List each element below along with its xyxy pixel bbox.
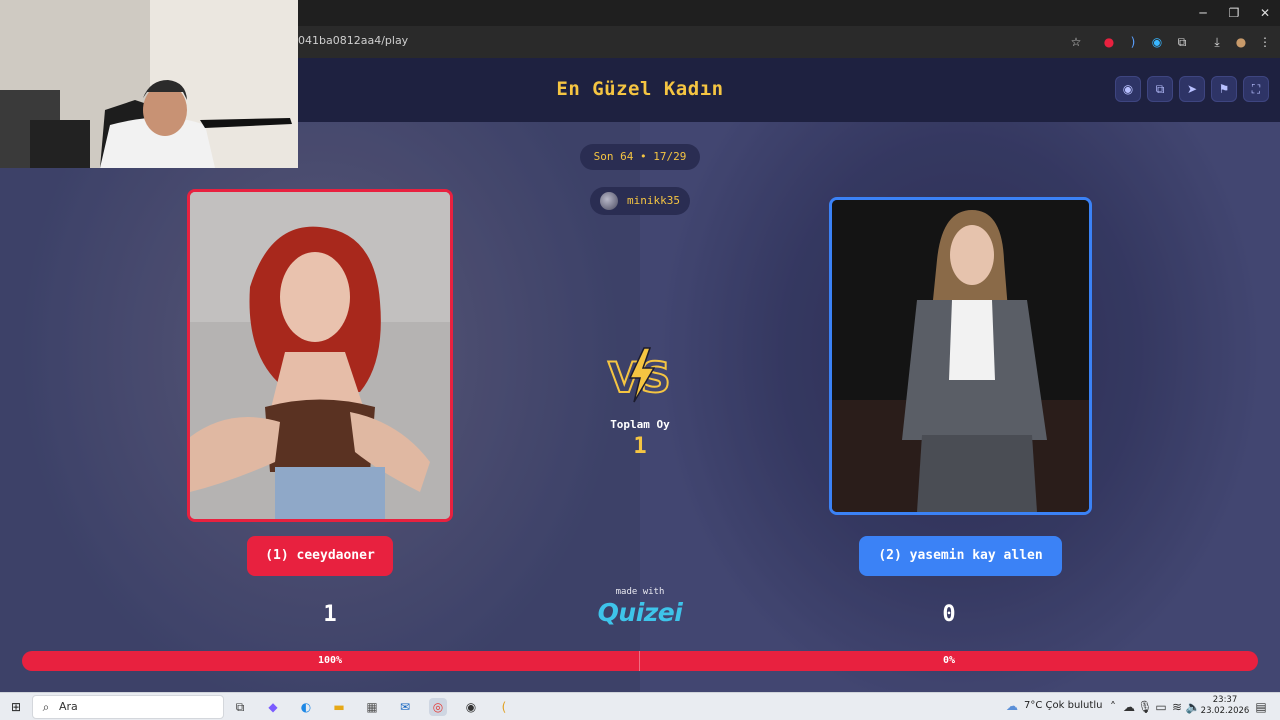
taskbar: ⊞ ⌕ Ara ⧉ ◆ ◐ ▬ ▦ ✉ ◎ ◉ ( ☁ 7°C Çok bulu…	[0, 692, 1280, 720]
weather-icon[interactable]: ☁	[1003, 697, 1021, 715]
vs-icon: VS	[607, 347, 672, 403]
candidate-photo-right	[832, 200, 1089, 512]
extension-icon[interactable]: ●	[1100, 33, 1118, 51]
copilot-icon[interactable]: ◆	[264, 698, 282, 716]
star-icon[interactable]: ☆	[1067, 33, 1085, 51]
search-text: Ara	[59, 700, 78, 713]
voter-badge: minikk35	[590, 187, 690, 215]
vote-button-left[interactable]: (1) ceeydaoner	[247, 536, 393, 576]
percent-right: 0%	[942, 655, 956, 666]
file-explorer-icon[interactable]: ▬	[330, 698, 348, 716]
webcam-overlay	[0, 0, 298, 168]
chrome-icon[interactable]: ◎	[429, 698, 447, 716]
vote-button-right[interactable]: (2) yasemin kay allen	[859, 536, 1062, 576]
store-icon[interactable]: ▦	[363, 698, 381, 716]
progress-divider	[639, 651, 640, 671]
clock[interactable]: 23:37 23.02.2026	[1200, 695, 1250, 717]
app-icon[interactable]: (	[495, 698, 513, 716]
send-icon[interactable]: ➤	[1179, 76, 1205, 102]
brand-logo[interactable]: Quizei	[590, 598, 690, 627]
vote-progress-bar: 100% 0%	[22, 651, 1258, 671]
total-votes-value: 1	[633, 434, 647, 459]
candidate-card-left[interactable]	[187, 189, 453, 522]
notifications-icon[interactable]: ▤	[1252, 698, 1270, 716]
webcam-feed	[0, 0, 298, 168]
flag-icon[interactable]: ⚑	[1211, 76, 1237, 102]
percent-left: 100%	[317, 655, 343, 666]
avatar	[600, 192, 618, 210]
voter-name: minikk35	[627, 194, 680, 207]
close-button[interactable]: ✕	[1250, 4, 1280, 22]
extension-icon[interactable]: )	[1124, 33, 1142, 51]
search-icon: ⌕	[42, 700, 50, 714]
mail-icon[interactable]: ✉	[396, 698, 414, 716]
edge-icon[interactable]: ◐	[297, 698, 315, 716]
minimize-button[interactable]: ─	[1188, 4, 1218, 22]
puzzle-icon[interactable]: ⧉	[1173, 33, 1191, 51]
total-votes-label: Toplam Oy	[610, 418, 670, 431]
made-with-label: made with	[615, 587, 665, 597]
match-stage: Son 64 • 17/29 minikk35 (1) ceeydaoner (…	[0, 122, 1280, 692]
task-view-icon[interactable]: ⧉	[231, 698, 249, 716]
taskbar-search[interactable]: ⌕ Ara	[32, 695, 224, 719]
menu-icon[interactable]: ⋮	[1256, 33, 1274, 51]
obs-icon[interactable]: ◉	[462, 698, 480, 716]
round-badge: Son 64 • 17/29	[580, 144, 700, 170]
copy-icon[interactable]: ⧉	[1147, 76, 1173, 102]
score-left: 1	[323, 602, 337, 627]
profile-icon[interactable]: ●	[1232, 33, 1250, 51]
fullscreen-icon[interactable]: ⛶	[1243, 76, 1269, 102]
download-icon[interactable]: ⤓	[1208, 33, 1226, 51]
candidate-photo-left	[190, 192, 450, 519]
clock-time: 23:37	[1212, 695, 1238, 705]
windows-start-icon[interactable]: ⊞	[7, 698, 25, 716]
candidate-card-right[interactable]	[829, 197, 1092, 515]
extension-icon[interactable]: ◉	[1148, 33, 1166, 51]
url-text[interactable]: 041ba0812aa4/play	[298, 34, 408, 47]
clock-date: 23.02.2026	[1200, 706, 1250, 716]
weather-text[interactable]: 7°C Çok bulutlu	[1024, 700, 1102, 711]
score-right: 0	[942, 602, 956, 627]
eye-icon[interactable]: ◉	[1115, 76, 1141, 102]
restore-button[interactable]: ❐	[1219, 4, 1249, 22]
